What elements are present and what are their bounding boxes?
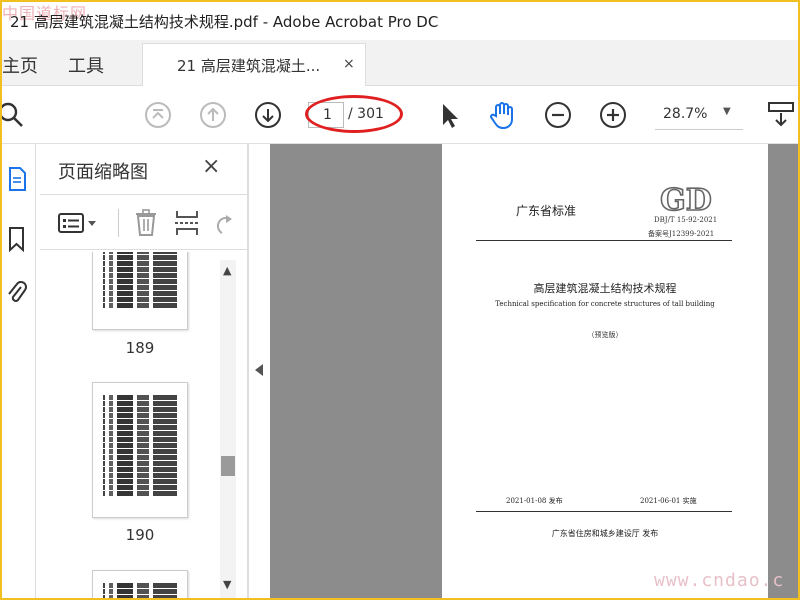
issue-date: 2021-01-08 发布	[506, 497, 563, 505]
zoom-out-icon[interactable]	[543, 100, 573, 130]
main-toolbar: 1 / 301 28.7% ▼	[2, 86, 798, 144]
next-page-icon[interactable]	[253, 100, 283, 130]
navigation-rail	[2, 144, 36, 598]
options-menu-icon[interactable]	[58, 209, 100, 237]
scroll-down-icon[interactable]: ▼	[223, 578, 231, 591]
watermark-bottom: www.cndao.c	[654, 570, 785, 591]
scroll-up-icon[interactable]: ▲	[223, 264, 231, 277]
red-annotation-oval	[305, 95, 403, 133]
divider-line	[476, 240, 732, 241]
zoom-search-icon[interactable]	[2, 100, 26, 130]
rotate-page-icon[interactable]	[212, 209, 234, 237]
thumbnail-list: 189 190	[40, 252, 236, 598]
panel-toolbar	[40, 194, 248, 250]
document-page: 广东省标准 GD DBJ/T 15-92-2021 备案号J12399-2021…	[442, 144, 768, 598]
tab-tools[interactable]: 工具	[68, 52, 104, 78]
bookmark-icon[interactable]	[2, 222, 32, 256]
thumbnail-panel: 页面缩略图 × 189 190 ▲ ▼	[40, 144, 248, 598]
tab-bar: 主页 工具 21 高层建筑混凝土... ×	[2, 40, 798, 86]
window-title: 21 高层建筑混凝土结构技术规程.pdf - Adobe Acrobat Pro…	[10, 13, 439, 31]
insert-page-icon[interactable]	[174, 209, 200, 237]
page-thumbnail[interactable]	[92, 570, 188, 598]
hand-tool-icon[interactable]	[488, 100, 518, 130]
thumbnail-preview	[103, 395, 177, 497]
standard-label: 广东省标准	[516, 204, 577, 218]
gd-logo: GD	[659, 184, 712, 214]
thumbnail-preview	[103, 583, 177, 598]
page-thumbnail[interactable]	[92, 252, 188, 330]
close-tab-icon[interactable]: ×	[343, 56, 355, 72]
implementation-date: 2021-06-01 实施	[640, 497, 697, 505]
panel-title: 页面缩略图	[58, 162, 148, 183]
thumbnail-scrollbar[interactable]: ▲ ▼	[220, 260, 236, 598]
document-title-english: Technical specification for concrete str…	[495, 300, 715, 308]
zoom-in-icon[interactable]	[598, 100, 628, 130]
toolbar-divider	[118, 209, 119, 237]
more-tools-icon[interactable]	[766, 100, 796, 130]
thumbnail-page-number: 189	[125, 339, 155, 357]
delete-page-icon[interactable]	[134, 209, 158, 237]
document-view[interactable]: 广东省标准 GD DBJ/T 15-92-2021 备案号J12399-2021…	[270, 144, 798, 598]
standard-code: DBJ/T 15-92-2021	[654, 216, 718, 224]
svg-text:GD: GD	[660, 184, 712, 214]
acrobat-window: 中国道标网 21 高层建筑混凝土结构技术规程.pdf - Adobe Acrob…	[2, 2, 798, 598]
divider-line	[476, 511, 732, 512]
attachments-icon[interactable]	[2, 276, 32, 310]
thumbnail-preview	[103, 252, 177, 309]
title-bar: 中国道标网 21 高层建筑混凝土结构技术规程.pdf - Adobe Acrob…	[2, 2, 798, 40]
tab-home[interactable]: 主页	[2, 52, 38, 78]
scrollbar-thumb[interactable]	[221, 456, 235, 476]
tab-document[interactable]: 21 高层建筑混凝土... ×	[142, 43, 366, 86]
page-thumbnail[interactable]	[92, 382, 188, 518]
first-page-icon[interactable]	[143, 100, 173, 130]
chevron-down-icon[interactable]: ▼	[723, 106, 731, 117]
record-number: 备案号J12399-2021	[648, 230, 715, 238]
previous-page-icon[interactable]	[198, 100, 228, 130]
document-title: 高层建筑混凝土结构技术规程	[533, 282, 677, 295]
thumbnail-page-number: 190	[125, 526, 155, 544]
collapse-arrow-icon[interactable]	[255, 364, 263, 376]
panel-collapse-strip[interactable]	[248, 144, 270, 598]
close-panel-icon[interactable]: ×	[202, 154, 220, 179]
page-thumbnails-icon[interactable]	[2, 162, 32, 196]
preview-edition-label: （预览版）	[587, 331, 623, 339]
publisher: 广东省住房和城乡建设厅 发布	[551, 529, 659, 538]
tab-document-label: 21 高层建筑混凝土...	[177, 57, 321, 75]
select-pointer-icon[interactable]	[434, 100, 464, 130]
